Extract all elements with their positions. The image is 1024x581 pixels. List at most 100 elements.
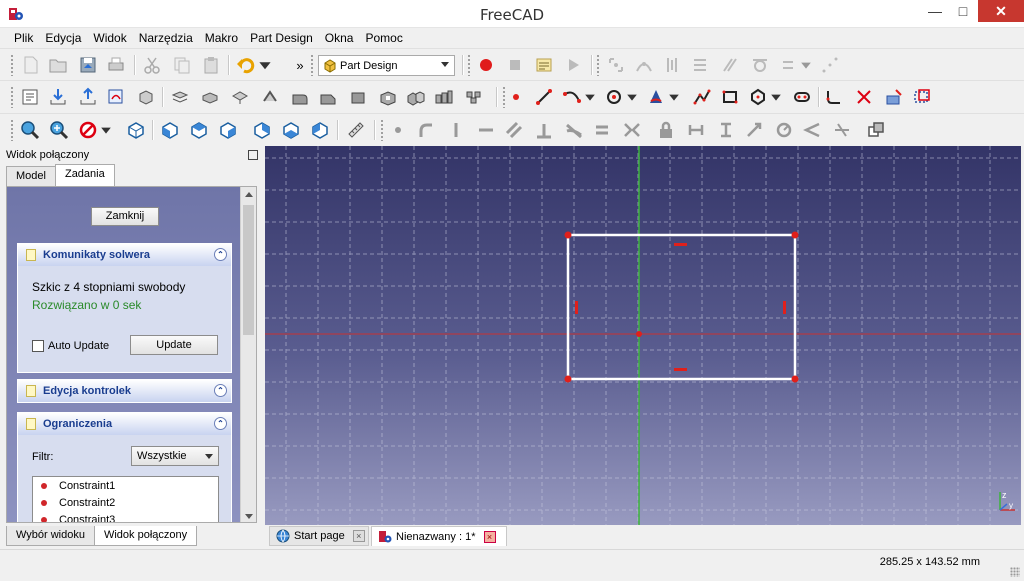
checkbox-box[interactable]	[32, 340, 44, 352]
undo-dropdown-icon[interactable]	[258, 53, 272, 77]
vertical-constraint-left[interactable]	[575, 301, 578, 314]
constraint-dropdown-icon[interactable]	[800, 53, 812, 77]
list-item[interactable]: Constraint1	[33, 477, 218, 494]
open-folder-icon[interactable]	[46, 53, 70, 77]
radius-icon[interactable]	[772, 118, 796, 142]
undock-icon[interactable]	[248, 150, 258, 160]
construction-vertical-icon[interactable]	[444, 118, 468, 142]
view-rear-icon[interactable]	[250, 118, 274, 142]
lock-icon[interactable]	[654, 118, 678, 142]
vertex[interactable]	[564, 375, 572, 383]
collapse-icon[interactable]: ⌃	[214, 417, 227, 430]
cut-icon[interactable]	[140, 53, 164, 77]
chamfer-icon[interactable]	[316, 85, 340, 109]
sketch-conic-icon[interactable]	[644, 85, 668, 109]
close-button[interactable]: Zamknij	[91, 207, 159, 226]
sketch-polygon-icon[interactable]	[746, 85, 770, 109]
tab-start-page[interactable]: Start page ×	[269, 526, 369, 546]
save-icon[interactable]	[76, 53, 100, 77]
scroll-thumb[interactable]	[243, 205, 254, 335]
arc-dropdown-icon[interactable]	[584, 85, 596, 109]
measure-distance-icon[interactable]	[344, 118, 368, 142]
constraint-coincident-icon[interactable]	[604, 53, 628, 77]
scroll-down-icon[interactable]	[245, 514, 253, 519]
toolbar-grip[interactable]	[596, 54, 600, 76]
list-item[interactable]: Constraint3	[33, 511, 218, 522]
edit-controls-header[interactable]: Edycja kontrolek ⌃	[18, 380, 231, 402]
close-tab-icon[interactable]: ×	[352, 530, 365, 542]
close-tab-icon[interactable]: ×	[483, 530, 496, 543]
construction-equal-icon[interactable]	[590, 118, 614, 142]
print-icon[interactable]	[104, 53, 128, 77]
fit-all-icon[interactable]	[18, 118, 42, 142]
construction-symmetric-icon[interactable]	[620, 118, 644, 142]
menu-file[interactable]: Plik	[8, 28, 39, 48]
minimize-button[interactable]: —	[920, 0, 950, 22]
stop-macro-icon[interactable]	[503, 53, 527, 77]
horizontal-distance-icon[interactable]	[684, 118, 708, 142]
menu-help[interactable]: Pomoc	[359, 28, 408, 48]
toolbar-grip[interactable]	[10, 86, 14, 108]
close-window-button[interactable]: ✕	[978, 0, 1024, 22]
filter-select[interactable]: Wszystkie	[131, 446, 219, 466]
sketch-line-icon[interactable]	[532, 85, 556, 109]
menu-edit[interactable]: Edycja	[39, 28, 87, 48]
construction-parallel-icon[interactable]	[502, 118, 526, 142]
sketch-trim-icon[interactable]	[852, 85, 876, 109]
polar-pattern-icon[interactable]	[462, 85, 486, 109]
constraint-horizontal-icon[interactable]	[688, 53, 712, 77]
horizontal-constraint-top[interactable]	[674, 243, 687, 246]
solver-messages-header[interactable]: Komunikaty solwera ⌃	[18, 244, 231, 266]
sketch-rectangle-icon[interactable]	[718, 85, 742, 109]
draw-style-icon[interactable]	[76, 118, 100, 142]
new-document-icon[interactable]	[19, 53, 43, 77]
sketch-rectangle[interactable]	[566, 233, 797, 381]
draw-style-dropdown-icon[interactable]	[100, 118, 112, 142]
scroll-up-icon[interactable]	[245, 192, 253, 197]
constraint-parallel-icon[interactable]	[718, 53, 742, 77]
vertex[interactable]	[791, 375, 799, 383]
create-body-icon[interactable]	[18, 85, 42, 109]
paste-icon[interactable]	[199, 53, 223, 77]
constraints-header[interactable]: Ograniczenia ⌃	[18, 413, 231, 435]
circle-dropdown-icon[interactable]	[626, 85, 638, 109]
view-left-icon[interactable]	[308, 118, 332, 142]
task-panel-scrollbar[interactable]	[240, 187, 256, 522]
draft-icon[interactable]	[346, 85, 370, 109]
toggle-driving-icon[interactable]	[864, 118, 888, 142]
toolbar-grip[interactable]	[310, 54, 314, 76]
construction-horizontal-icon[interactable]	[474, 118, 498, 142]
sketch-polyline-icon[interactable]	[690, 85, 714, 109]
sketch-fillet-icon[interactable]	[822, 85, 846, 109]
angle-icon[interactable]	[800, 118, 824, 142]
workbench-selector[interactable]: Part Design	[318, 55, 455, 76]
toolbar-overflow[interactable]: »	[292, 53, 308, 77]
sketch-slot-icon[interactable]	[790, 85, 814, 109]
mirrored-icon[interactable]	[404, 85, 428, 109]
fit-selection-icon[interactable]	[47, 118, 71, 142]
fillet-icon[interactable]	[288, 85, 312, 109]
import-icon[interactable]	[46, 85, 70, 109]
menu-tools[interactable]: Narzędzia	[133, 28, 199, 48]
edit-macro-icon[interactable]	[532, 53, 556, 77]
record-macro-icon[interactable]	[474, 53, 498, 77]
sketch-canvas[interactable]: z y	[265, 146, 1021, 525]
update-button[interactable]: Update	[130, 335, 218, 355]
tab-combo-view[interactable]: Widok połączony	[93, 526, 198, 546]
pad-icon[interactable]	[168, 85, 192, 109]
toolbar-grip[interactable]	[10, 54, 14, 76]
undo-icon[interactable]	[234, 53, 258, 77]
box-icon[interactable]	[134, 85, 158, 109]
tab-tasks[interactable]: Zadania	[54, 164, 115, 186]
toolbar-grip[interactable]	[467, 54, 471, 76]
pocket-icon[interactable]	[198, 85, 222, 109]
tab-model[interactable]: Model	[6, 166, 56, 186]
construction-tangent-icon[interactable]	[562, 118, 586, 142]
constraint-list[interactable]: Constraint1 Constraint2 Constraint3	[32, 476, 219, 522]
distance-icon[interactable]	[742, 118, 766, 142]
export-icon[interactable]	[76, 85, 100, 109]
collapse-icon[interactable]: ⌃	[214, 248, 227, 261]
linear-pattern-icon[interactable]	[432, 85, 456, 109]
create-sketch-icon[interactable]	[104, 85, 128, 109]
view-right-icon[interactable]	[216, 118, 240, 142]
